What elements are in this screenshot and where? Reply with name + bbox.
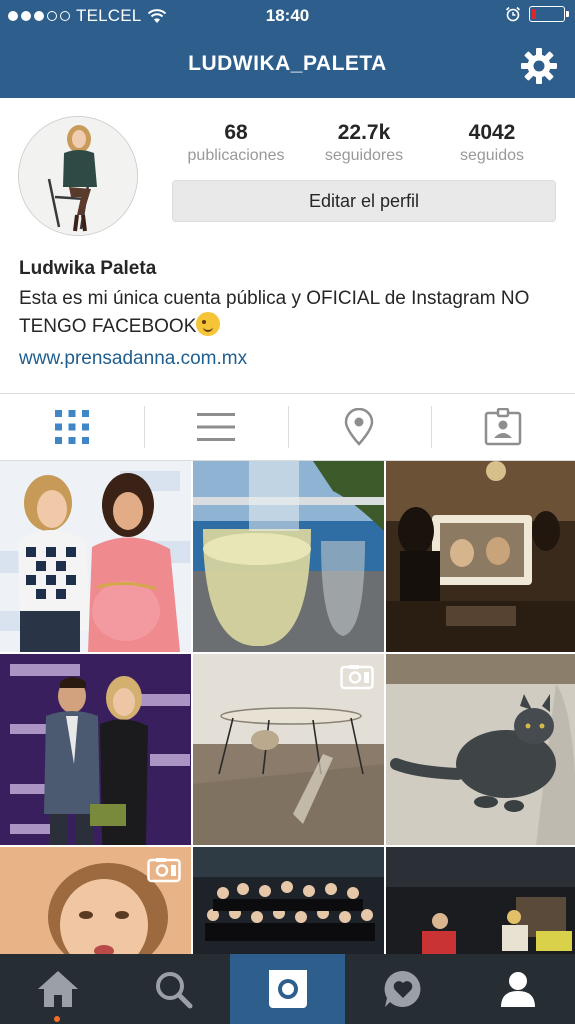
list-icon: [196, 413, 235, 441]
avatar-photo: [19, 117, 137, 235]
profile-stats: 68 publicaciones 22.7k seguidores 4042 s…: [172, 120, 556, 168]
tab-list-view[interactable]: [143, 394, 288, 460]
gear-icon[interactable]: [519, 46, 559, 86]
stat-following-label: seguidos: [459, 147, 525, 164]
grid-icon: [54, 410, 89, 444]
top-bar: TELCEL 18:40 LUDWIKA_PALETA: [0, 0, 575, 98]
tab-places[interactable]: [287, 394, 432, 460]
tab-profile[interactable]: [460, 954, 575, 1024]
bottom-tab-bar: [0, 954, 575, 1024]
photo-grid: [0, 461, 575, 954]
profile-website-link[interactable]: www.prensadanna.com.mx: [19, 348, 247, 370]
status-bar: TELCEL 18:40: [0, 0, 575, 32]
search-icon: [155, 972, 192, 1009]
tab-activity[interactable]: [345, 954, 460, 1024]
tab-tagged[interactable]: [431, 394, 575, 460]
video-camera-icon: [147, 858, 181, 883]
stat-following[interactable]: 4042 seguidos: [428, 120, 556, 168]
profile-full-name: Ludwika Paleta: [19, 258, 157, 279]
grid-photo[interactable]: [386, 461, 575, 652]
profile-bio-text: Esta es mi única cuenta pública y OFICIA…: [19, 288, 530, 337]
stat-following-value: 4042: [468, 121, 516, 144]
grid-photo[interactable]: [386, 847, 575, 954]
stat-posts-label: publicaciones: [187, 147, 285, 164]
edit-profile-button[interactable]: Editar el perfil: [172, 180, 556, 222]
profile-icon: [500, 972, 535, 1007]
tab-grid-view[interactable]: [0, 394, 144, 460]
status-time: 18:40: [265, 6, 310, 25]
stat-followers-value: 22.7k: [337, 121, 391, 144]
profile-bio: Esta es mi única cuenta pública y OFICIA…: [19, 286, 559, 340]
username-title: LUDWIKA_PALETA: [188, 52, 387, 75]
grid-photo[interactable]: [0, 654, 191, 845]
tab-home[interactable]: [0, 954, 115, 1024]
grid-photo[interactable]: [386, 654, 575, 845]
battery-icon: [529, 6, 569, 22]
grid-photo[interactable]: [193, 461, 384, 652]
profile-view-tabs: [0, 393, 575, 461]
winking-face-emoji: [196, 312, 221, 336]
location-pin-icon: [345, 408, 374, 446]
avatar[interactable]: [18, 116, 138, 236]
grid-video[interactable]: [193, 654, 384, 845]
tab-camera[interactable]: [230, 954, 345, 1024]
alarm-clock-icon: [505, 6, 521, 22]
stat-posts[interactable]: 68 publicaciones: [172, 120, 300, 168]
activity-heart-icon: [384, 970, 420, 1007]
home-icon: [37, 971, 78, 1007]
grid-photo[interactable]: [0, 461, 191, 652]
video-camera-icon: [340, 665, 374, 690]
camera-icon: [268, 970, 307, 1008]
stat-followers-label: seguidores: [324, 147, 404, 164]
status-right: [505, 6, 569, 22]
stat-posts-value: 68: [224, 121, 248, 144]
tagged-photos-icon: [484, 408, 522, 446]
notification-dot: [54, 1016, 60, 1022]
grid-video[interactable]: [0, 847, 191, 954]
profile-header: 68 publicaciones 22.7k seguidores 4042 s…: [0, 98, 575, 394]
grid-photo[interactable]: [193, 847, 384, 954]
tab-search[interactable]: [115, 954, 230, 1024]
stat-followers[interactable]: 22.7k seguidores: [300, 120, 428, 168]
